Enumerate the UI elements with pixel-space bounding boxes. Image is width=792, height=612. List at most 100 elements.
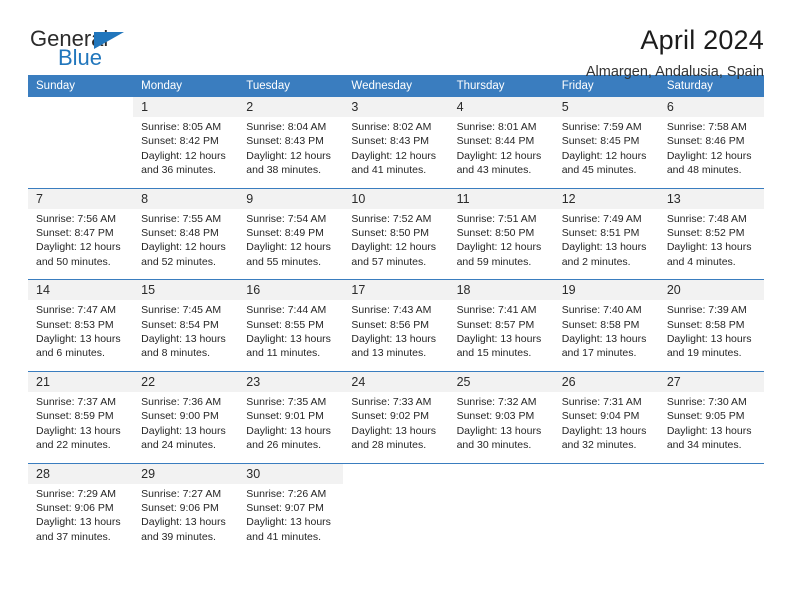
daylight-text: Daylight: 13 hours xyxy=(141,424,226,437)
day-details-cell[interactable]: Sunrise: 7:37 AM Sunset: 8:59 PM Daylight:… xyxy=(28,391,134,463)
daylight-text: Daylight: 13 hours xyxy=(561,241,647,254)
day-number[interactable]: 27 xyxy=(658,370,764,392)
daylight-text: and 36 minutes. xyxy=(141,164,216,177)
sunset-text: Sunset: 8:50 PM xyxy=(351,227,430,240)
day-number[interactable]: 23 xyxy=(238,370,344,392)
sunset-text: Sunset: 8:53 PM xyxy=(36,318,114,331)
sunrise-text: Sunrise: 7:54 AM xyxy=(246,212,327,225)
day-number[interactable]: 30 xyxy=(238,462,344,484)
empty-day-cell xyxy=(553,462,659,484)
day-details-cell[interactable]: Sunrise: 7:49 AM Sunset: 8:51 PM Daylight:… xyxy=(553,208,659,280)
sunset-text: Sunset: 8:43 PM xyxy=(246,135,324,148)
day-details-cell[interactable]: Sunrise: 7:33 AM Sunset: 9:02 PM Daylight:… xyxy=(343,391,449,463)
day-details-cell[interactable]: Sunrise: 7:29 AM Sunset: 9:06 PM Daylight:… xyxy=(28,483,134,555)
day-details-cell[interactable]: Sunrise: 7:40 AM Sunset: 8:58 PM Daylight:… xyxy=(553,300,659,372)
day-number[interactable]: 12 xyxy=(553,187,659,209)
day-details-cell[interactable]: Sunrise: 7:51 AM Sunset: 8:50 PM Daylight:… xyxy=(448,208,554,280)
weekday-header-tuesday: Tuesday xyxy=(238,75,344,97)
day-details-cell[interactable]: Sunrise: 7:54 AM Sunset: 8:49 PM Daylight:… xyxy=(238,208,344,280)
day-number[interactable]: 15 xyxy=(133,279,239,301)
daylight-text: and 39 minutes. xyxy=(141,530,216,543)
day-details-cell[interactable]: Sunrise: 7:27 AM Sunset: 9:06 PM Daylight:… xyxy=(133,483,239,555)
day-number[interactable]: 16 xyxy=(238,279,344,301)
day-number[interactable]: 8 xyxy=(133,187,239,209)
sunset-text: Sunset: 9:03 PM xyxy=(456,410,535,423)
daylight-text: Daylight: 13 hours xyxy=(351,424,437,437)
sunset-text: Sunset: 8:46 PM xyxy=(666,135,745,148)
sunrise-text: Sunrise: 7:27 AM xyxy=(141,487,222,500)
day-number[interactable]: 1 xyxy=(133,97,239,117)
day-details-cell[interactable]: Sunrise: 7:43 AM Sunset: 8:56 PM Daylight:… xyxy=(343,300,449,372)
day-number[interactable]: 5 xyxy=(553,97,659,117)
day-details-cell[interactable]: Sunrise: 7:44 AM Sunset: 8:55 PM Daylight:… xyxy=(238,300,344,372)
sunrise-text: Sunrise: 7:41 AM xyxy=(456,304,537,317)
day-details-cell[interactable]: Sunrise: 7:48 AM Sunset: 8:52 PM Daylight:… xyxy=(658,208,764,280)
day-details-cell[interactable]: Sunrise: 7:36 AM Sunset: 9:00 PM Daylight:… xyxy=(133,391,239,463)
day-number[interactable]: 2 xyxy=(238,97,344,117)
calendar-page: General Blue April 2024 Almargen, Andalu… xyxy=(0,0,792,612)
day-number[interactable]: 3 xyxy=(343,97,449,117)
day-number[interactable]: 18 xyxy=(448,279,554,301)
day-number[interactable]: 20 xyxy=(658,279,764,301)
sunrise-text: Sunrise: 7:51 AM xyxy=(456,212,537,225)
day-details-cell[interactable]: Sunrise: 7:56 AM Sunset: 8:47 PM Daylight:… xyxy=(28,208,134,280)
day-details-cell[interactable]: Sunrise: 8:01 AM Sunset: 8:44 PM Daylight:… xyxy=(448,117,554,189)
daylight-text: and 45 minutes. xyxy=(561,164,637,177)
day-details-cell[interactable]: Sunrise: 7:55 AM Sunset: 8:48 PM Daylight:… xyxy=(133,208,239,280)
sunset-text: Sunset: 8:49 PM xyxy=(246,227,324,240)
day-details-cell[interactable]: Sunrise: 7:26 AM Sunset: 9:07 PM Daylight:… xyxy=(238,483,344,555)
empty-day-cell xyxy=(448,483,554,555)
day-details-cell[interactable]: Sunrise: 8:04 AM Sunset: 8:43 PM Daylight:… xyxy=(238,117,344,189)
day-number[interactable]: 22 xyxy=(133,370,239,392)
day-details-cell[interactable]: Sunrise: 7:45 AM Sunset: 8:54 PM Daylight:… xyxy=(133,300,239,372)
daylight-text: Daylight: 13 hours xyxy=(36,424,121,437)
sunrise-text: Sunrise: 7:39 AM xyxy=(666,304,747,317)
day-number[interactable]: 21 xyxy=(28,370,134,392)
sunrise-text: Sunrise: 7:58 AM xyxy=(666,121,747,133)
day-number[interactable]: 25 xyxy=(448,370,554,392)
week-daynumber-row: 14 15 16 17 18 19 20 xyxy=(28,279,764,301)
day-number[interactable]: 29 xyxy=(133,462,239,484)
day-number[interactable]: 14 xyxy=(28,279,134,301)
sunrise-text: Sunrise: 7:36 AM xyxy=(141,395,222,408)
day-details-cell[interactable]: Sunrise: 8:02 AM Sunset: 8:43 PM Daylight:… xyxy=(343,117,449,189)
day-details-cell[interactable]: Sunrise: 7:39 AM Sunset: 8:58 PM Daylight:… xyxy=(658,300,764,372)
sunrise-text: Sunrise: 7:59 AM xyxy=(561,121,642,133)
day-number[interactable]: 9 xyxy=(238,187,344,209)
day-number[interactable]: 10 xyxy=(343,187,449,209)
sunrise-text: Sunrise: 7:56 AM xyxy=(36,212,116,225)
day-number[interactable]: 17 xyxy=(343,279,449,301)
sunset-text: Sunset: 8:54 PM xyxy=(141,318,219,331)
day-details-cell[interactable]: Sunrise: 7:41 AM Sunset: 8:57 PM Daylight:… xyxy=(448,300,554,372)
day-number[interactable]: 24 xyxy=(343,370,449,392)
day-number[interactable]: 26 xyxy=(553,370,659,392)
sunset-text: Sunset: 9:06 PM xyxy=(36,501,114,514)
sunset-text: Sunset: 8:56 PM xyxy=(351,318,430,331)
daylight-text: Daylight: 12 hours xyxy=(456,149,542,162)
daylight-text: and 4 minutes. xyxy=(666,255,736,268)
day-details-cell[interactable]: Sunrise: 7:30 AM Sunset: 9:05 PM Daylight:… xyxy=(658,391,764,463)
day-number[interactable]: 19 xyxy=(553,279,659,301)
day-number[interactable]: 7 xyxy=(28,187,134,209)
sunset-text: Sunset: 8:52 PM xyxy=(666,227,745,240)
day-details-cell[interactable]: Sunrise: 7:32 AM Sunset: 9:03 PM Daylight:… xyxy=(448,391,554,463)
day-number[interactable]: 11 xyxy=(448,187,554,209)
daylight-text: and 26 minutes. xyxy=(246,439,321,452)
daylight-text: and 50 minutes. xyxy=(36,255,111,268)
daylight-text: Daylight: 13 hours xyxy=(141,333,226,346)
day-details-cell[interactable]: Sunrise: 7:31 AM Sunset: 9:04 PM Daylight:… xyxy=(553,391,659,463)
day-number[interactable]: 13 xyxy=(658,187,764,209)
daylight-text: Daylight: 13 hours xyxy=(246,333,331,346)
day-number[interactable]: 28 xyxy=(28,462,134,484)
day-details-cell[interactable]: Sunrise: 7:52 AM Sunset: 8:50 PM Daylight:… xyxy=(343,208,449,280)
day-details-cell[interactable]: Sunrise: 7:59 AM Sunset: 8:45 PM Daylight:… xyxy=(553,117,659,189)
week-daynumber-row: 28 29 30 xyxy=(28,462,764,484)
week-details-row: Sunrise: 8:05 AM Sunset: 8:42 PM Daylight:… xyxy=(28,117,764,189)
day-details-cell[interactable]: Sunrise: 7:58 AM Sunset: 8:46 PM Daylight:… xyxy=(658,117,764,189)
day-details-cell[interactable]: Sunrise: 7:47 AM Sunset: 8:53 PM Daylight:… xyxy=(28,300,134,372)
day-number[interactable]: 4 xyxy=(448,97,554,117)
day-details-cell[interactable]: Sunrise: 7:35 AM Sunset: 9:01 PM Daylight:… xyxy=(238,391,344,463)
day-number[interactable]: 6 xyxy=(658,97,764,117)
daylight-text: Daylight: 13 hours xyxy=(666,424,752,437)
day-details-cell[interactable]: Sunrise: 8:05 AM Sunset: 8:42 PM Daylight:… xyxy=(133,117,239,189)
